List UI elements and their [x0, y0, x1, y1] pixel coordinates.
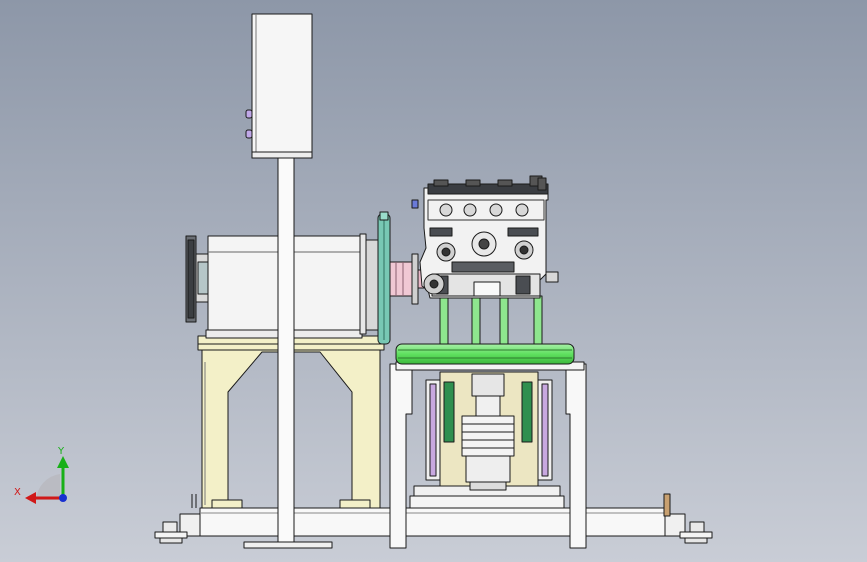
leveling-foot-right	[689, 521, 705, 533]
z-axis-dot	[59, 494, 67, 502]
coupling-hub	[389, 261, 413, 297]
turntable-disk	[395, 343, 575, 365]
engine-block	[419, 175, 559, 299]
cabinet-button-upper	[245, 109, 253, 119]
cabinet-button-lower	[245, 129, 253, 139]
rotary-mount-assembly	[409, 371, 565, 509]
control-cabinet	[245, 13, 313, 159]
spindle-housing	[461, 415, 515, 457]
y-axis-label: Y	[57, 446, 65, 457]
x-axis-label: X	[14, 487, 21, 498]
cad-viewport[interactable]: X Y	[0, 0, 867, 562]
leveling-foot-left	[162, 521, 178, 533]
